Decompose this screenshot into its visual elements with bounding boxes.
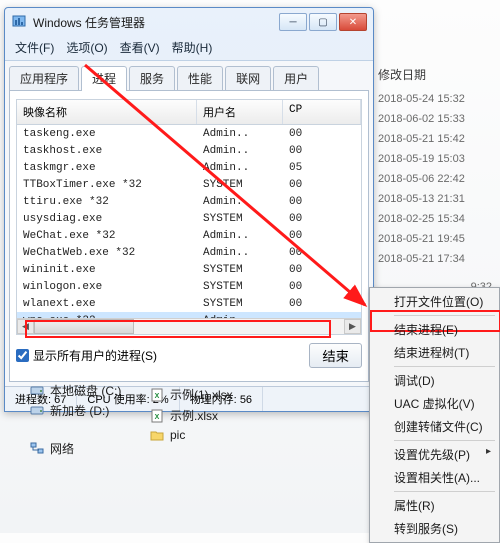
ctx-separator: [394, 366, 495, 367]
tab-3[interactable]: 性能: [177, 66, 223, 91]
scroll-right-icon[interactable]: ▶: [344, 319, 361, 334]
scroll-left-icon[interactable]: ◀: [17, 319, 34, 334]
processes-panel: 映像名称 用户名 CP taskeng.exeAdmin..00taskhost…: [9, 90, 369, 382]
maximize-button[interactable]: ▢: [309, 13, 337, 31]
bg-date: 2018-05-19 15:03: [370, 149, 500, 169]
bg-date: 2018-05-21 15:42: [370, 129, 500, 149]
local-disk-c[interactable]: 本地磁盘 (C:): [8, 380, 148, 400]
bg-col-header: 修改日期: [370, 60, 500, 89]
process-row[interactable]: taskeng.exeAdmin..00: [17, 125, 361, 142]
col-image-name[interactable]: 映像名称: [17, 100, 197, 124]
svg-text:X: X: [155, 414, 160, 421]
process-row[interactable]: wininit.exeSYSTEM00: [17, 261, 361, 278]
bg-date: 2018-05-13 21:31: [370, 189, 500, 209]
show-all-users-label: 显示所有用户的进程(S): [33, 347, 157, 364]
titlebar[interactable]: Windows 任务管理器 ─ ▢ ✕: [5, 8, 373, 36]
menu-item[interactable]: 帮助(H): [172, 39, 213, 56]
tab-2[interactable]: 服务: [129, 66, 175, 91]
file-xlsx-2[interactable]: X示例.xlsx: [150, 407, 233, 424]
ctx-item[interactable]: 结束进程(E): [370, 318, 499, 341]
menu-item[interactable]: 文件(F): [15, 39, 54, 56]
show-all-users-input[interactable]: [16, 349, 29, 362]
file-xlsx-1[interactable]: X示例(1).xlsx: [150, 386, 233, 403]
bg-date: 2018-05-21 17:34: [370, 249, 500, 269]
show-all-users-checkbox[interactable]: 显示所有用户的进程(S): [16, 347, 157, 364]
ctx-item[interactable]: 打开文件位置(O): [370, 290, 499, 313]
fs-sidebar: 本地磁盘 (C:)新加卷 (D:) 网络: [8, 380, 148, 458]
process-row[interactable]: TTBoxTimer.exe *32SYSTEM00: [17, 176, 361, 193]
process-row[interactable]: WeChat.exe *32Admin..00: [17, 227, 361, 244]
minimize-button[interactable]: ─: [279, 13, 307, 31]
network[interactable]: 网络: [8, 438, 148, 458]
process-table: 映像名称 用户名 CP taskeng.exeAdmin..00taskhost…: [16, 99, 362, 335]
context-menu: 打开文件位置(O) 结束进程(E)结束进程树(T) 调试(D)UAC 虚拟化(V)创…: [369, 287, 500, 543]
bg-date: 2018-05-24 15:32: [370, 89, 500, 109]
process-row[interactable]: winlogon.exeSYSTEM00: [17, 278, 361, 295]
process-row[interactable]: taskmgr.exeAdmin..05: [17, 159, 361, 176]
tab-4[interactable]: 联网: [225, 66, 271, 91]
ctx-item[interactable]: 结束进程树(T): [370, 341, 499, 364]
ctx-item[interactable]: 调试(D): [370, 369, 499, 392]
h-scrollbar[interactable]: ◀ ▶: [17, 318, 361, 334]
scroll-thumb[interactable]: [34, 319, 134, 334]
svg-text:X: X: [155, 393, 160, 400]
process-row[interactable]: ttiru.exe *32Admin..00: [17, 193, 361, 210]
menu-item[interactable]: 选项(O): [66, 39, 107, 56]
app-icon: [11, 14, 27, 30]
process-table-head[interactable]: 映像名称 用户名 CP: [17, 100, 361, 125]
ctx-item[interactable]: 创建转储文件(C): [370, 415, 499, 438]
ctx-item[interactable]: UAC 虚拟化(V): [370, 392, 499, 415]
ctx-separator: [394, 440, 495, 441]
end-process-button[interactable]: 结束: [309, 343, 362, 368]
tab-5[interactable]: 用户: [273, 66, 319, 91]
new-volume[interactable]: 新加卷 (D:): [8, 400, 148, 420]
process-row[interactable]: taskhost.exeAdmin..00: [17, 142, 361, 159]
col-user[interactable]: 用户名: [197, 100, 283, 124]
window-title: Windows 任务管理器: [33, 14, 279, 31]
bg-date: 2018-05-06 22:42: [370, 169, 500, 189]
tab-0[interactable]: 应用程序: [9, 66, 79, 91]
bg-date: 2018-06-02 15:33: [370, 109, 500, 129]
task-manager-window: Windows 任务管理器 ─ ▢ ✕ 文件(F) 选项(O) 查看(V) 帮助(H)…: [4, 7, 374, 412]
ctx-item[interactable]: 属性(R): [370, 494, 499, 517]
menu-bar: 文件(F) 选项(O) 查看(V) 帮助(H): [5, 36, 373, 60]
ctx-item[interactable]: 设置优先级(P): [370, 443, 499, 466]
process-row[interactable]: usysdiag.exeSYSTEM00: [17, 210, 361, 227]
col-cpu[interactable]: CP: [283, 100, 361, 124]
ctx-separator: [394, 315, 495, 316]
ctx-separator: [394, 491, 495, 492]
close-button[interactable]: ✕: [339, 13, 367, 31]
tab-1[interactable]: 进程: [81, 66, 127, 91]
scroll-track[interactable]: [34, 319, 344, 334]
menu-item[interactable]: 查看(V): [120, 39, 160, 56]
process-row[interactable]: wlanext.exeSYSTEM00: [17, 295, 361, 312]
bg-date: 2018-05-21 19:45: [370, 229, 500, 249]
fs-file-list: X示例(1).xlsx X示例.xlsx pic: [150, 386, 233, 442]
bg-date: 2018-02-25 15:34: [370, 209, 500, 229]
ctx-item[interactable]: 转到服务(S): [370, 517, 499, 540]
ctx-item[interactable]: 设置相关性(A)...: [370, 466, 499, 489]
folder-pic[interactable]: pic: [150, 428, 233, 442]
tab-strip: 应用程序进程服务性能联网用户: [9, 66, 369, 91]
process-row[interactable]: WeChatWeb.exe *32Admin..00: [17, 244, 361, 261]
